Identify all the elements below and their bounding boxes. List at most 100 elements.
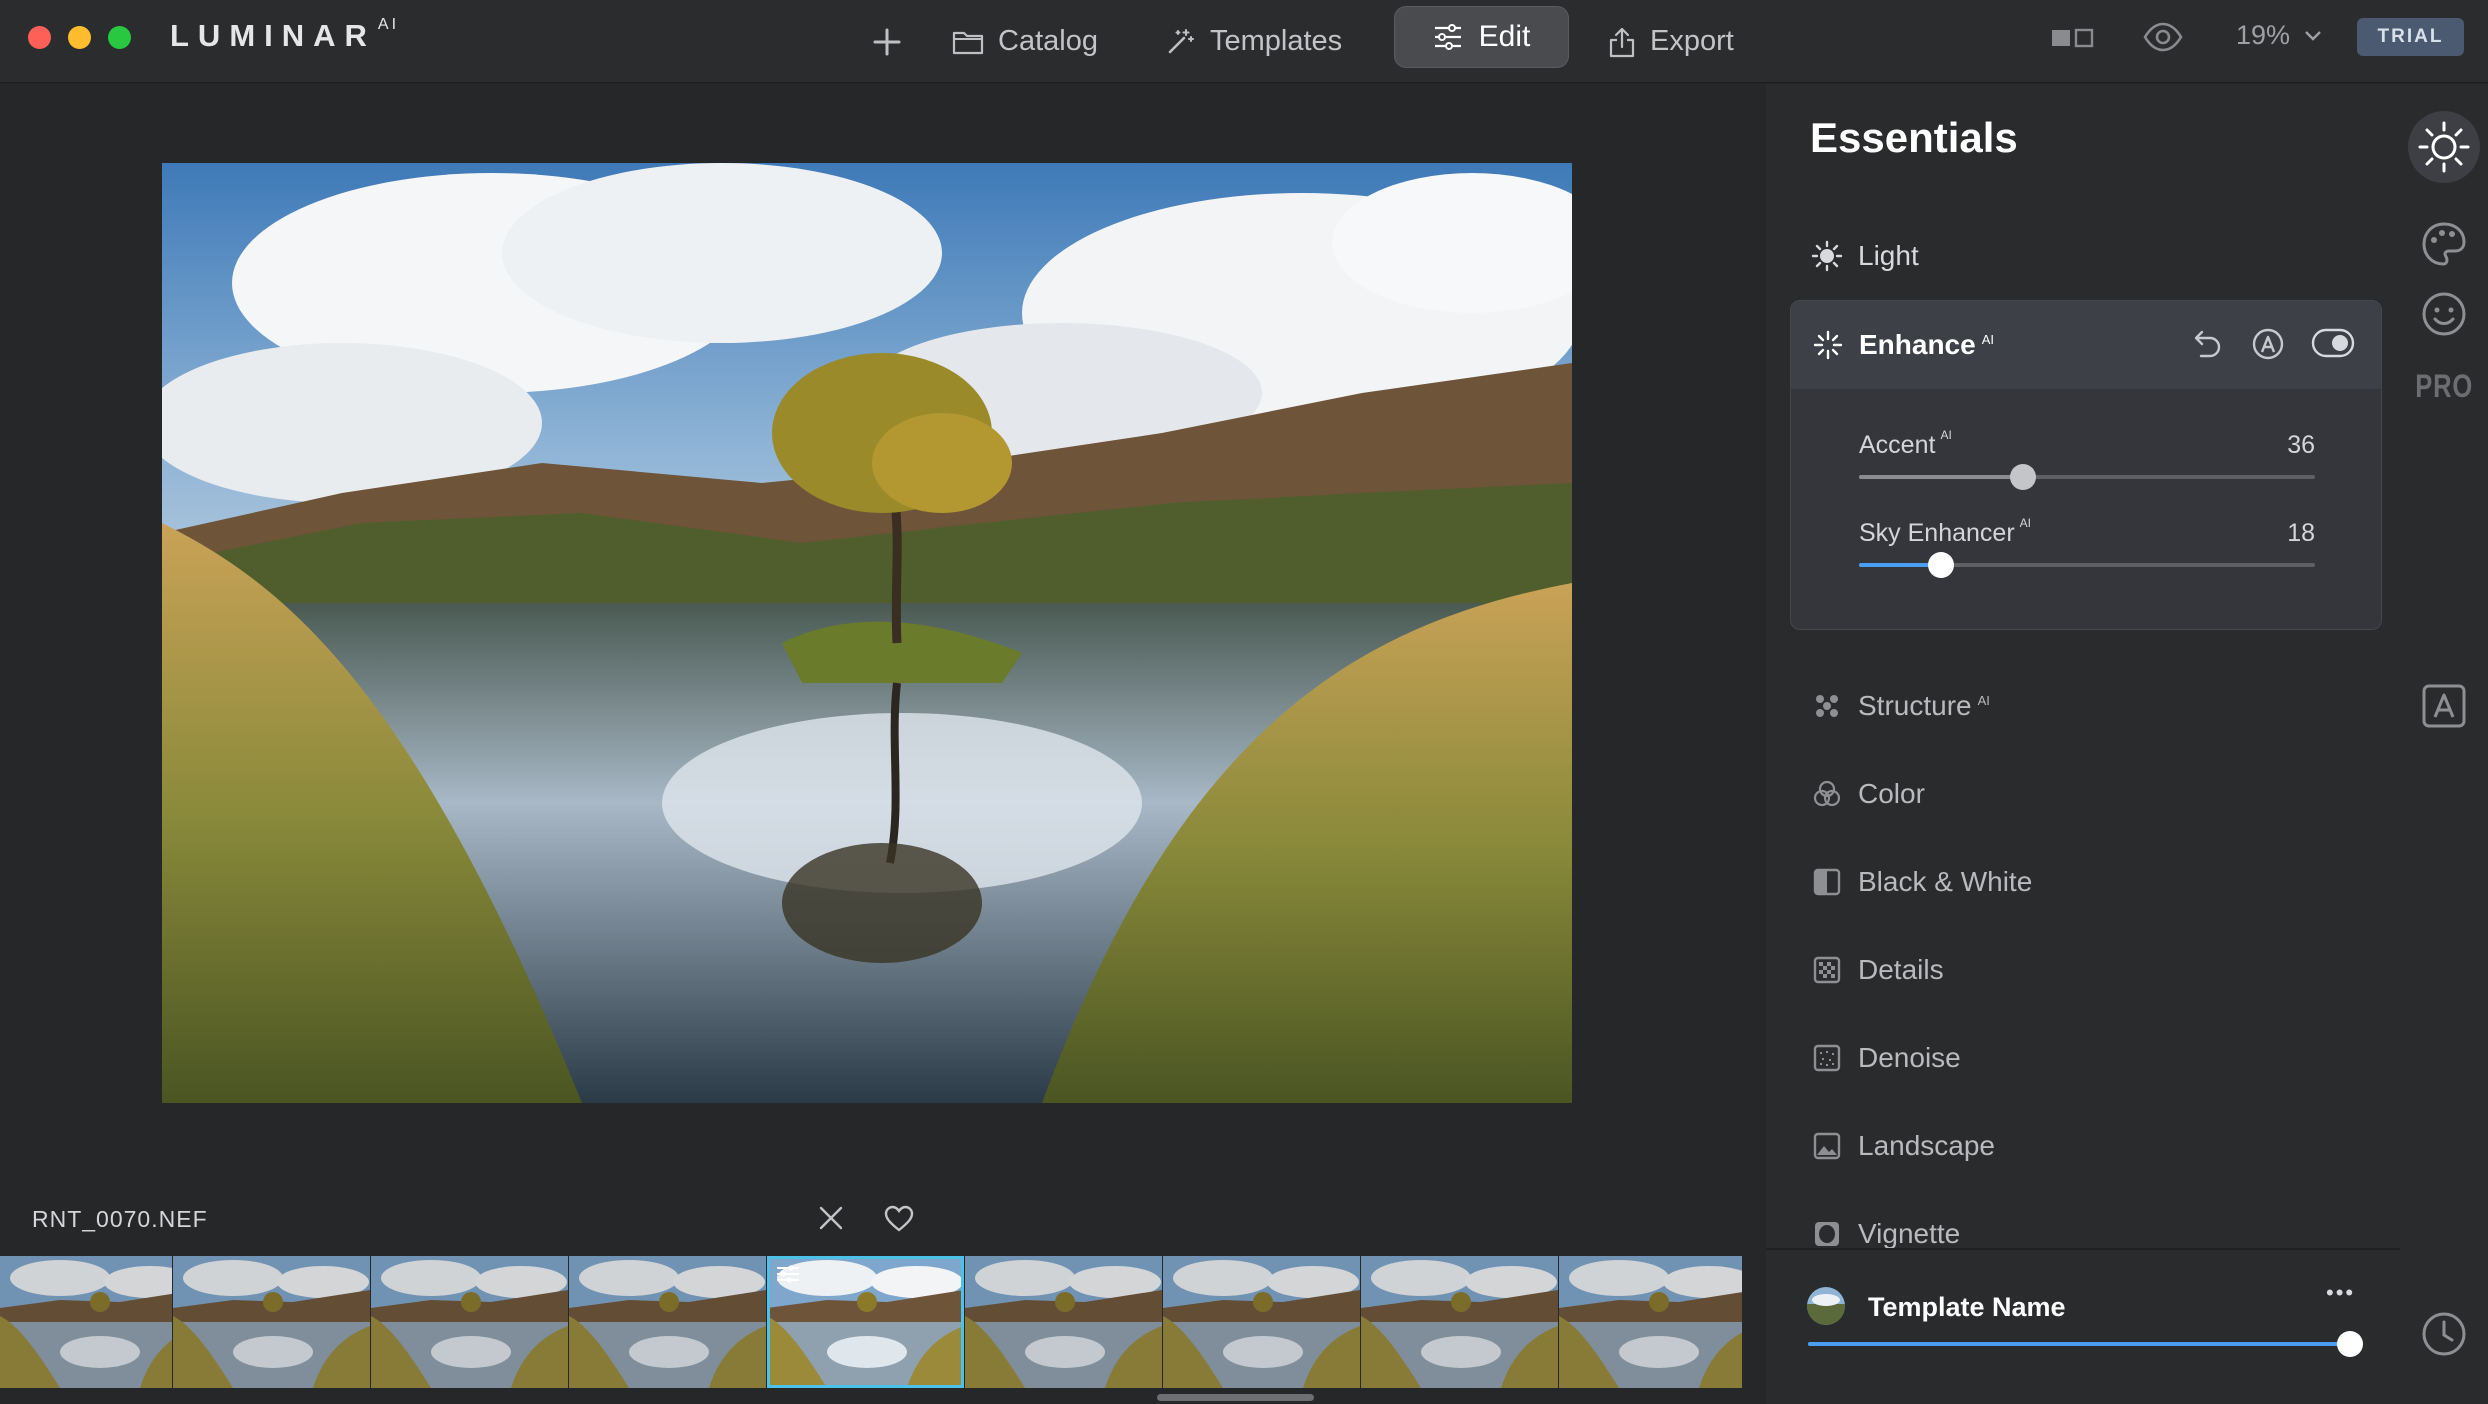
tool-black-white[interactable]: Black & White (1810, 852, 2032, 912)
tool-details[interactable]: Details (1810, 940, 1944, 1000)
tool-black-white-label: Black & White (1858, 866, 2033, 897)
accent-slider[interactable] (1859, 464, 2315, 490)
filmstrip-thumbnail[interactable] (1361, 1256, 1558, 1388)
filmstrip-thumbnail[interactable] (767, 1256, 964, 1388)
template-more-button[interactable]: ••• (2326, 1280, 2355, 1306)
dots-icon (1816, 695, 1838, 717)
history-button[interactable] (2400, 1304, 2488, 1364)
edit-panel: Essentials Light Enhance AI Accent AI 36 S… (1766, 84, 2400, 1404)
filmstrip-thumbnail[interactable] (371, 1256, 568, 1388)
zoom-dropdown[interactable]: 19% (2236, 20, 2322, 51)
preview-eye-icon[interactable] (2142, 20, 2184, 54)
tool-denoise[interactable]: Denoise (1810, 1028, 1961, 1088)
tool-light[interactable]: Light (1810, 226, 1919, 286)
edited-badge-icon (777, 1265, 799, 1283)
filmstrip-thumbnail[interactable] (569, 1256, 766, 1388)
chevron-down-icon (2305, 30, 2321, 41)
grid-icon (1813, 956, 1841, 984)
sliders-icon (1434, 24, 1461, 50)
tool-structure[interactable]: Structure AI (1810, 676, 1990, 736)
catalog-tab[interactable]: Catalog (952, 0, 1098, 83)
pro-category-button[interactable]: PRO (2400, 356, 2488, 416)
creative-category-button[interactable] (2400, 214, 2488, 274)
minimize-window-button[interactable] (68, 26, 91, 49)
thumbnail-image (371, 1256, 568, 1388)
mask-square-icon (2422, 684, 2466, 728)
sparkle-icon (1813, 330, 1843, 360)
sky-enhancer-slider[interactable] (1859, 552, 2315, 578)
thumbnail-image (1361, 1256, 1558, 1388)
template-section: Template Name ••• (1766, 1250, 2400, 1404)
accent-slider-value: 36 (2287, 431, 2315, 459)
half-square-icon (1813, 868, 1841, 896)
trial-button[interactable]: TRIAL (2357, 18, 2464, 56)
sky-enhancer-slider-handle[interactable] (1928, 552, 1955, 578)
portrait-category-button[interactable] (2400, 284, 2488, 344)
tool-landscape[interactable]: Landscape (1810, 1116, 1995, 1176)
close-window-button[interactable] (28, 26, 51, 49)
filmstrip-thumbnail[interactable] (173, 1256, 370, 1388)
tool-enhance[interactable]: Enhance AI (1811, 315, 1994, 375)
reset-undo-icon[interactable] (2189, 327, 2223, 361)
top-toolbar: LUMINAR AI Catalog Templates Edit Export … (0, 0, 2488, 83)
template-avatar (1807, 1287, 1845, 1325)
thumbnail-image (173, 1256, 370, 1388)
filmstrip-thumbnail[interactable] (1163, 1256, 1360, 1388)
main-photo[interactable] (162, 163, 1572, 1103)
edit-tab[interactable]: Edit (1394, 6, 1569, 68)
enhance-header[interactable]: Enhance AI (1791, 301, 2381, 389)
tool-color-label: Color (1858, 778, 1925, 809)
export-tab[interactable]: Export (1608, 0, 1734, 83)
templates-tab[interactable]: Templates (1164, 0, 1342, 83)
pro-label: PRO (2415, 367, 2473, 404)
tool-details-label: Details (1858, 954, 1944, 985)
landscape-photo-image (162, 163, 1572, 1103)
catalog-tab-label: Catalog (998, 25, 1098, 57)
filmstrip[interactable] (0, 1256, 1742, 1388)
thumbnail-image (1163, 1256, 1360, 1388)
sky-enhancer-slider-value: 18 (2287, 519, 2315, 547)
template-amount-slider[interactable] (1808, 1331, 2363, 1357)
templates-tab-label: Templates (1210, 25, 1343, 57)
masking-button[interactable] (2400, 676, 2488, 736)
app-logo: LUMINAR AI (170, 15, 400, 53)
add-photos-button[interactable] (872, 0, 916, 83)
compare-view-icon[interactable] (2050, 24, 2096, 52)
reject-icon[interactable] (818, 1205, 844, 1231)
mountain-icon (1813, 1132, 1841, 1160)
filmstrip-thumbnail[interactable] (1559, 1256, 1742, 1388)
accent-slider-handle[interactable] (2010, 464, 2037, 490)
mask-icon[interactable] (2251, 327, 2285, 361)
tool-enhance-label: Enhance (1859, 329, 1976, 360)
tool-color[interactable]: Color (1810, 764, 1925, 824)
zoom-value: 19% (2236, 20, 2291, 50)
sun-icon (1811, 240, 1843, 272)
tool-landscape-label: Landscape (1858, 1130, 1996, 1161)
magic-wand-icon (1168, 28, 1194, 53)
tool-vignette-label: Vignette (1858, 1218, 1961, 1249)
filmstrip-scrollbar[interactable] (1157, 1394, 1314, 1401)
thumbnail-image (1559, 1256, 1742, 1388)
filmstrip-thumbnail[interactable] (965, 1256, 1162, 1388)
thumbnail-image (0, 1256, 172, 1388)
palette-icon (2422, 222, 2466, 266)
tool-structure-label: Structure (1858, 690, 1972, 721)
photo-canvas[interactable] (0, 84, 1766, 1250)
thumbnail-image (965, 1256, 1162, 1388)
favorite-heart-icon[interactable] (884, 1205, 914, 1232)
noise-square-icon (1813, 1044, 1841, 1072)
essentials-category-button[interactable] (2400, 104, 2488, 190)
export-tab-label: Export (1650, 25, 1734, 57)
face-icon (2422, 292, 2466, 336)
enhance-tool-expanded: Enhance AI Accent AI 36 Sky Enhancer AI 18 (1790, 300, 2382, 630)
filmstrip-thumbnail[interactable] (0, 1256, 172, 1388)
template-amount-slider-handle[interactable] (2337, 1331, 2363, 1357)
vignette-icon (1815, 1222, 1839, 1246)
plus-icon (873, 28, 901, 55)
accent-slider-label: Accent AI (1859, 427, 1952, 459)
zoom-window-button[interactable] (108, 26, 131, 49)
template-name: Template Name (1868, 1292, 2066, 1322)
thumbnail-image (569, 1256, 766, 1388)
edit-tab-label: Edit (1478, 20, 1531, 53)
tool-visibility-toggle[interactable] (2311, 328, 2355, 358)
